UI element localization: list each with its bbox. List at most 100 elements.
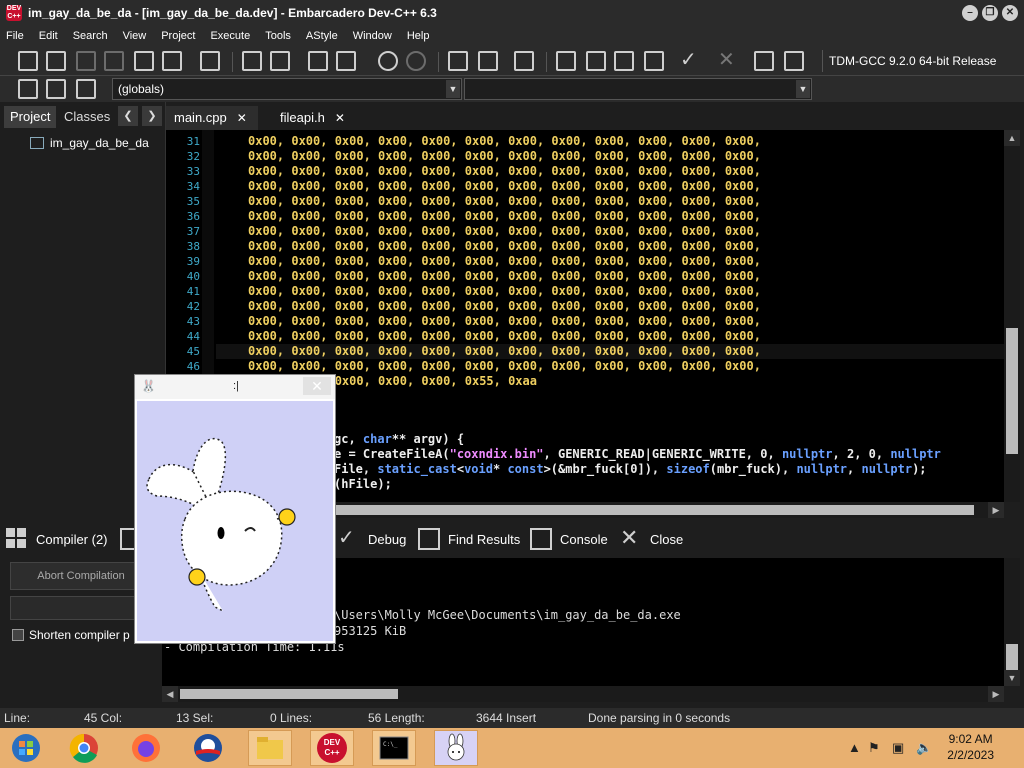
code-token: char bbox=[362, 432, 392, 446]
code-line: 0x00, 0x00, 0x00, 0x00, 0x00, 0x00, 0x00… bbox=[248, 269, 761, 283]
profile-icon[interactable] bbox=[754, 51, 774, 71]
close-icon[interactable]: ✕ bbox=[335, 111, 345, 125]
scroll-thumb[interactable] bbox=[1006, 328, 1018, 454]
main-toolbar: ✓ ✕ TDM-GCC 9.2.0 64-bit Release bbox=[0, 46, 1024, 76]
add-to-project-icon[interactable] bbox=[478, 51, 498, 71]
code-line: 0x00, 0x00, 0x00, 0x00, 0x00, 0x00, 0x00… bbox=[248, 299, 761, 313]
tab-console[interactable]: Console bbox=[530, 528, 608, 550]
undo-icon[interactable] bbox=[378, 51, 398, 71]
floating-app-window[interactable]: 🐰 :| ✕ bbox=[134, 374, 336, 644]
chevron-right-icon[interactable]: ❯ bbox=[142, 106, 162, 126]
redo-icon[interactable] bbox=[406, 51, 426, 71]
scroll-thumb[interactable] bbox=[180, 689, 398, 699]
tab-classes[interactable]: Classes bbox=[58, 106, 116, 128]
compile-run-icon[interactable] bbox=[614, 51, 634, 71]
unindent-icon[interactable] bbox=[336, 51, 356, 71]
compile-icon[interactable] bbox=[556, 51, 576, 71]
menu-astyle[interactable]: AStyle bbox=[306, 30, 338, 42]
tab-compiler[interactable]: Compiler (2) bbox=[6, 528, 150, 550]
code-line: 0x00, 0x00, 0x00, 0x00, 0x00, 0x00, 0x00… bbox=[248, 164, 761, 178]
taskbar-explorer[interactable] bbox=[248, 730, 292, 766]
project-options-icon[interactable] bbox=[514, 51, 534, 71]
close-window-button[interactable]: ✕ bbox=[1002, 5, 1018, 21]
taskbar-firefox[interactable] bbox=[124, 730, 168, 766]
scroll-right-icon[interactable]: ▶ bbox=[988, 686, 1004, 702]
editor-vertical-scrollbar[interactable]: ▲ bbox=[1004, 130, 1020, 502]
clock[interactable]: 9:02 AM 2/2/2023 bbox=[947, 731, 994, 763]
code-token: , 2, 0, bbox=[832, 447, 891, 461]
project-tree-item[interactable]: im_gay_da_be_da bbox=[18, 136, 149, 150]
tab-fileapi-h[interactable]: fileapi.h ✕ bbox=[272, 106, 362, 130]
code-line: 0x00, 0x00, 0x00, 0x00, 0x00, 0x00, 0x00… bbox=[248, 134, 761, 148]
start-button[interactable] bbox=[4, 730, 48, 766]
log-horizontal-scrollbar[interactable]: ◀ ▶ bbox=[162, 686, 1004, 702]
chevron-down-icon[interactable]: ▼ bbox=[796, 80, 810, 98]
chevron-left-icon[interactable]: ❮ bbox=[118, 106, 138, 126]
flag-icon[interactable]: ⚑ bbox=[868, 740, 880, 756]
goto-icon[interactable] bbox=[18, 79, 38, 99]
menu-file[interactable]: File bbox=[6, 30, 24, 42]
open-folder-icon[interactable] bbox=[46, 51, 66, 71]
scroll-thumb[interactable] bbox=[1006, 644, 1018, 670]
tab-project[interactable]: Project bbox=[4, 106, 57, 128]
menu-view[interactable]: View bbox=[123, 30, 147, 42]
menu-edit[interactable]: Edit bbox=[39, 30, 58, 42]
menu-window[interactable]: Window bbox=[353, 30, 392, 42]
new-project-icon[interactable] bbox=[448, 51, 468, 71]
floating-close-button[interactable]: ✕ bbox=[303, 377, 331, 395]
scroll-down-icon[interactable]: ▼ bbox=[1004, 670, 1020, 686]
run-icon[interactable] bbox=[586, 51, 606, 71]
find-icon[interactable] bbox=[242, 51, 262, 71]
close-icon[interactable]: ✕ bbox=[237, 111, 247, 125]
taskbar-console[interactable]: C:\_ bbox=[372, 730, 416, 766]
tray-expand-icon[interactable]: ▲ bbox=[848, 740, 861, 755]
tab-find-results[interactable]: Find Results bbox=[418, 528, 520, 550]
save-all-icon[interactable] bbox=[104, 51, 124, 71]
abort-compilation-button[interactable]: Abort Compilation bbox=[10, 562, 152, 590]
shorten-compiler-paths-checkbox[interactable]: Shorten compiler p bbox=[12, 628, 130, 642]
close-all-icon[interactable] bbox=[162, 51, 182, 71]
menu-help[interactable]: Help bbox=[407, 30, 430, 42]
new-file-icon[interactable] bbox=[18, 51, 38, 71]
taskbar-devcpp[interactable]: DEV C++ bbox=[310, 730, 354, 766]
print-icon[interactable] bbox=[200, 51, 220, 71]
chevron-down-icon[interactable]: ▼ bbox=[446, 80, 460, 98]
stop-execution-icon[interactable]: ✕ bbox=[718, 50, 738, 71]
taskbar-chrome[interactable] bbox=[62, 730, 106, 766]
scroll-left-icon[interactable]: ◀ bbox=[162, 686, 178, 702]
tab-main-cpp[interactable]: main.cpp ✕ bbox=[166, 106, 258, 130]
compiler-select[interactable]: TDM-GCC 9.2.0 64-bit Release bbox=[822, 50, 1012, 72]
rebuild-all-icon[interactable] bbox=[644, 51, 664, 71]
scroll-right-icon[interactable]: ▶ bbox=[988, 502, 1004, 518]
restore-button[interactable]: ❐ bbox=[982, 5, 998, 21]
tab-debug[interactable]: ✓ Debug bbox=[338, 528, 406, 550]
menu-project[interactable]: Project bbox=[161, 30, 195, 42]
line-number: 31 bbox=[186, 135, 200, 148]
minimize-button[interactable]: – bbox=[962, 5, 978, 21]
menu-tools[interactable]: Tools bbox=[265, 30, 291, 42]
taskbar-bunny-app[interactable] bbox=[434, 730, 478, 766]
menu-search[interactable]: Search bbox=[73, 30, 108, 42]
network-icon[interactable]: ▣ bbox=[892, 740, 904, 756]
checkbox-box[interactable] bbox=[12, 629, 24, 641]
save-icon[interactable] bbox=[76, 51, 96, 71]
code-area[interactable]: 0x00, 0x00, 0x00, 0x00, 0x00, 0x00, 0x00… bbox=[216, 134, 1004, 389]
log-vertical-scrollbar[interactable]: ▼ bbox=[1004, 558, 1020, 686]
line-number: 44 bbox=[186, 330, 200, 343]
scroll-up-icon[interactable]: ▲ bbox=[1004, 130, 1020, 146]
console-icon bbox=[530, 528, 552, 550]
bookmark-icon[interactable] bbox=[46, 79, 66, 99]
close-file-icon[interactable] bbox=[134, 51, 154, 71]
floating-window-titlebar[interactable]: 🐰 :| ✕ bbox=[135, 375, 335, 399]
tab-close[interactable]: ✕ Close bbox=[620, 527, 683, 550]
indent-icon[interactable] bbox=[308, 51, 328, 71]
check-syntax-icon[interactable]: ✓ bbox=[680, 50, 700, 71]
scope-combo[interactable]: (globals) ▼ bbox=[112, 78, 462, 100]
menu-execute[interactable]: Execute bbox=[210, 30, 250, 42]
taskbar-obama[interactable] bbox=[186, 730, 230, 766]
bookmarks-icon[interactable] bbox=[76, 79, 96, 99]
replace-icon[interactable] bbox=[270, 51, 290, 71]
function-combo[interactable]: ▼ bbox=[464, 78, 812, 100]
volume-icon[interactable]: 🔈 bbox=[916, 740, 932, 756]
delete-profile-icon[interactable] bbox=[784, 51, 804, 71]
